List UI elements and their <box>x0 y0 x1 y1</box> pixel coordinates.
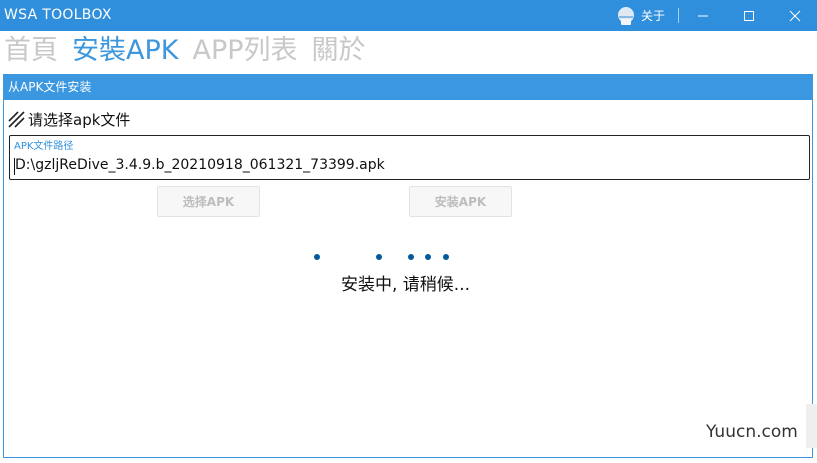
about-button[interactable]: 关于 <box>616 5 665 26</box>
close-icon <box>789 10 801 21</box>
install-apk-button[interactable]: 安装APK <box>409 186 512 217</box>
apk-path-field[interactable]: APK文件路径 D:\gzljReDive_3.4.9.b_20210918_0… <box>9 135 810 180</box>
nav-item-install-apk[interactable]: 安裝APK <box>72 33 178 69</box>
title-bar: WSA TOOLBOX 关于 <box>0 0 817 31</box>
nav-item-home[interactable]: 首頁 <box>4 33 58 69</box>
panel-header: 从APK文件安装 <box>4 75 812 100</box>
maximize-button[interactable] <box>726 0 772 31</box>
apk-path-label: APK文件路径 <box>14 141 74 152</box>
progress-dot <box>443 254 449 260</box>
progress-dot <box>314 254 320 260</box>
main-nav: 首頁 安裝APK APP列表 關於 <box>4 33 380 69</box>
about-icon <box>618 6 634 25</box>
progress-dot <box>408 254 414 260</box>
section-label: 请选择apk文件 <box>28 111 131 129</box>
nav-item-app-list[interactable]: APP列表 <box>192 33 297 69</box>
close-button[interactable] <box>772 0 817 31</box>
stripes-icon <box>8 111 25 128</box>
app-title: WSA TOOLBOX <box>4 7 112 23</box>
progress-dot <box>376 254 382 260</box>
minimize-button[interactable] <box>680 0 726 31</box>
install-status: 安装中, 请稍候... <box>341 275 471 295</box>
maximize-icon <box>744 10 754 21</box>
minimize-icon <box>698 15 708 16</box>
titlebar-separator <box>678 8 679 23</box>
watermark: Yuucn.com <box>706 422 798 442</box>
section-title: 请选择apk文件 <box>8 109 130 130</box>
nav-item-about[interactable]: 關於 <box>312 33 366 69</box>
scrollbar[interactable] <box>806 404 817 448</box>
choose-apk-button[interactable]: 选择APK <box>157 186 260 217</box>
progress-dot <box>425 254 431 260</box>
about-label: 关于 <box>641 9 666 23</box>
apk-path-input[interactable]: D:\gzljReDive_3.4.9.b_20210918_061321_73… <box>14 157 385 175</box>
install-panel: 从APK文件安装 请选择apk文件 APK文件路径 D:\gzljReDive_… <box>3 74 813 458</box>
